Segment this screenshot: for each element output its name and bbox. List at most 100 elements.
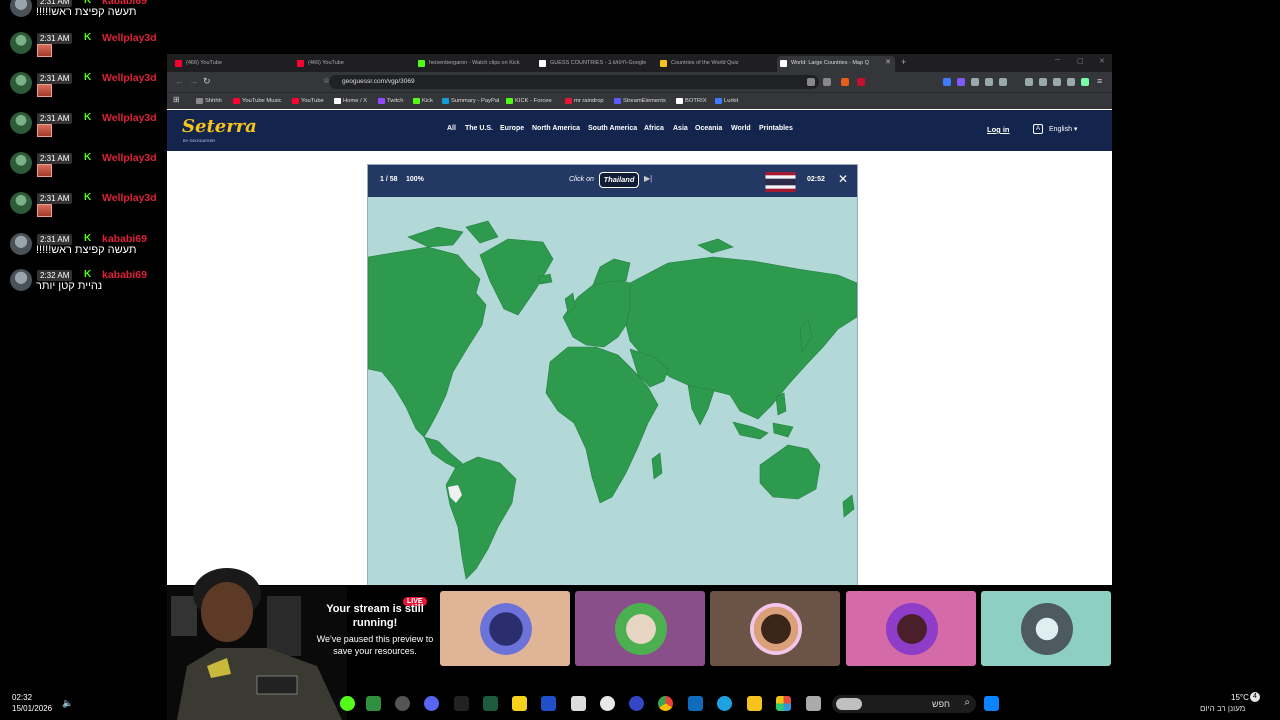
app-icon[interactable] — [483, 696, 498, 711]
chatgpt-icon[interactable] — [600, 696, 615, 711]
chrome-icon[interactable] — [658, 696, 673, 711]
extension-icon[interactable] — [999, 78, 1007, 86]
close-game-icon[interactable]: ✕ — [838, 172, 848, 186]
nav-link[interactable]: Asia — [673, 125, 688, 132]
bookmark-item[interactable]: BOTRIX — [676, 96, 707, 106]
nav-link[interactable]: Africa — [644, 125, 664, 132]
browser-tab[interactable]: (466) YouTube — [172, 56, 290, 72]
forward-icon[interactable]: → — [189, 76, 198, 86]
rewards-icon[interactable] — [857, 78, 865, 86]
sidebar-icon[interactable] — [1039, 78, 1047, 86]
reload-icon[interactable]: ↻ — [203, 76, 211, 87]
nav-link[interactable]: Europe — [500, 125, 524, 132]
bookmark-item[interactable]: mr raindrop — [565, 96, 604, 106]
app-icon[interactable] — [806, 696, 821, 711]
seterra-logo[interactable]: Seterra — [182, 116, 257, 137]
username[interactable]: Wellplay3d — [102, 72, 157, 84]
clock-time[interactable]: 02:32 — [12, 693, 32, 702]
bookmark-item[interactable]: Kick — [413, 96, 433, 106]
bookmark-item[interactable]: Home / X — [334, 96, 367, 106]
avatar[interactable] — [10, 192, 32, 214]
browser-tab[interactable]: World: Large Countries - Map Q ✕ — [777, 56, 895, 72]
menu-icon[interactable]: ≡ — [1097, 76, 1102, 86]
copilot-icon[interactable] — [776, 696, 791, 711]
apps-grid-icon[interactable]: ⊞ — [173, 95, 180, 104]
avatar[interactable] — [10, 112, 32, 134]
bookmark-item[interactable]: Lurkit — [715, 96, 738, 106]
clock-date[interactable]: 15/01/2026 — [12, 704, 52, 713]
viewer-card[interactable] — [710, 591, 840, 666]
app-icon[interactable] — [541, 696, 556, 711]
viewer-card[interactable] — [440, 591, 570, 666]
extension-icon[interactable] — [971, 78, 979, 86]
bookmark-item[interactable]: Twitch — [378, 96, 403, 106]
brave-shield-icon[interactable] — [841, 78, 849, 86]
nav-link[interactable]: The U.S. — [465, 125, 493, 132]
back-icon[interactable]: ← — [175, 76, 184, 86]
viewer-card[interactable] — [981, 591, 1111, 666]
philippines[interactable] — [775, 392, 787, 416]
url-bar[interactable]: geoguessr.com/vgp/3069 — [329, 75, 819, 89]
sticky-notes-icon[interactable] — [512, 696, 527, 711]
world-map[interactable] — [368, 197, 857, 585]
avatar[interactable] — [10, 72, 32, 94]
browser-tab[interactable]: Countries of the World Quiz — [657, 56, 775, 72]
avatar[interactable] — [10, 0, 32, 17]
avatar[interactable] — [10, 32, 32, 54]
nav-link[interactable]: Printables — [759, 125, 793, 132]
nav-link[interactable]: Oceania — [695, 125, 722, 132]
wallet-icon[interactable] — [1053, 78, 1061, 86]
maximize-icon[interactable]: ▢ — [1077, 57, 1084, 65]
edge-icon[interactable] — [717, 696, 732, 711]
username[interactable]: Wellplay3d — [102, 152, 157, 164]
bookmark-item[interactable]: YouTube Music — [233, 96, 282, 106]
app-icon[interactable] — [571, 696, 586, 711]
nav-link[interactable]: North America — [532, 125, 580, 132]
close-tab-icon[interactable]: ✕ — [885, 56, 891, 70]
viewer-card[interactable] — [575, 591, 705, 666]
bookmark-item[interactable]: StreamElements — [614, 96, 666, 106]
bookmark-item[interactable]: KICK - Forcee — [506, 96, 552, 106]
nav-link[interactable]: World — [731, 125, 751, 132]
store-icon[interactable] — [688, 696, 703, 711]
minimize-icon[interactable]: ─ — [1055, 57, 1060, 64]
file-explorer-icon[interactable] — [747, 696, 762, 711]
username[interactable]: Wellplay3d — [102, 192, 157, 204]
avatar[interactable] — [10, 269, 32, 291]
viewer-card[interactable] — [846, 591, 976, 666]
weather-temp[interactable]: 15°C — [1231, 693, 1249, 702]
avatar[interactable] — [10, 233, 32, 255]
vpn-icon[interactable] — [1081, 78, 1089, 86]
bookmark-item[interactable]: YouTube — [292, 96, 324, 106]
extensions-puzzle-icon[interactable] — [1067, 78, 1075, 86]
extension-icon[interactable] — [943, 78, 951, 86]
search-box[interactable]: ⌕ — [832, 695, 976, 713]
extension-icon[interactable] — [985, 78, 993, 86]
music-icon[interactable] — [1025, 78, 1033, 86]
language-select[interactable]: English ▾ — [1049, 125, 1077, 133]
browser-tab[interactable]: heisenbergaron - Watch clips on Kick — [415, 56, 533, 72]
notification-count[interactable]: 4 — [1250, 692, 1260, 702]
browser-tab[interactable]: (466) YouTube — [294, 56, 412, 72]
browser-tab[interactable]: GUESS COUNTRIES - חיפוש ב-Google — [536, 56, 654, 72]
username[interactable]: kababi69 — [102, 269, 147, 281]
app-icon[interactable] — [629, 696, 644, 711]
kick-app-icon[interactable] — [340, 696, 355, 711]
obs-app-icon[interactable] — [395, 696, 410, 711]
volume-icon[interactable]: 🔈 — [62, 698, 73, 709]
install-app-icon[interactable] — [807, 78, 815, 86]
username[interactable]: Wellplay3d — [102, 32, 157, 44]
bookmark-item[interactable]: Summary - PayPal — [442, 96, 499, 106]
avatar[interactable] — [10, 152, 32, 174]
new-tab-button[interactable]: + — [901, 57, 906, 67]
login-link[interactable]: Log in — [987, 125, 1010, 134]
nav-link[interactable]: South America — [588, 125, 637, 132]
share-icon[interactable] — [823, 78, 831, 86]
nav-link[interactable]: All — [447, 125, 456, 132]
terminal-app-icon[interactable] — [366, 696, 381, 711]
extension-icon[interactable] — [957, 78, 965, 86]
username[interactable]: Wellplay3d — [102, 112, 157, 124]
bookmark-item[interactable]: Shhhh — [196, 96, 222, 106]
close-window-icon[interactable]: ✕ — [1099, 57, 1105, 65]
discord-app-icon[interactable] — [424, 696, 439, 711]
